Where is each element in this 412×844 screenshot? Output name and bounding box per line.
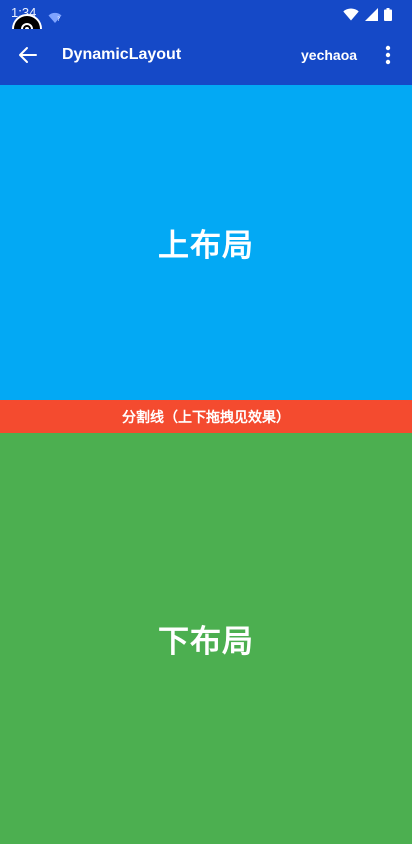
back-button[interactable] [14,43,42,71]
bottom-layout-panel: 下布局 [0,433,412,844]
top-layout-panel: 上布局 [0,85,412,400]
overflow-menu-button[interactable] [376,43,400,71]
status-bar: 1:34 ? [0,0,412,29]
status-icons [343,6,392,25]
top-layout-label: 上布局 [158,228,254,264]
yechaoa-action-button[interactable]: yechaoa [301,47,357,63]
bottom-layout-label: 下布局 [158,624,254,660]
arrow-back-icon [18,45,38,69]
wifi-icon [343,6,359,25]
divider-drag-handle[interactable]: 分割线（上下拖拽见效果） [0,400,412,433]
battery-icon [384,6,392,25]
app-bar: DynamicLayout yechaoa [0,29,412,85]
divider-label: 分割线（上下拖拽见效果） [122,409,290,426]
wifi-question-icon: ? [48,9,62,28]
screen: 1:34 ? DynamicLayout yechaoa 上布局 分割线（上下拖… [0,0,412,844]
svg-text:?: ? [57,16,60,23]
signal-icon [365,6,378,25]
app-title: DynamicLayout [62,46,182,63]
more-vert-icon [385,45,391,69]
